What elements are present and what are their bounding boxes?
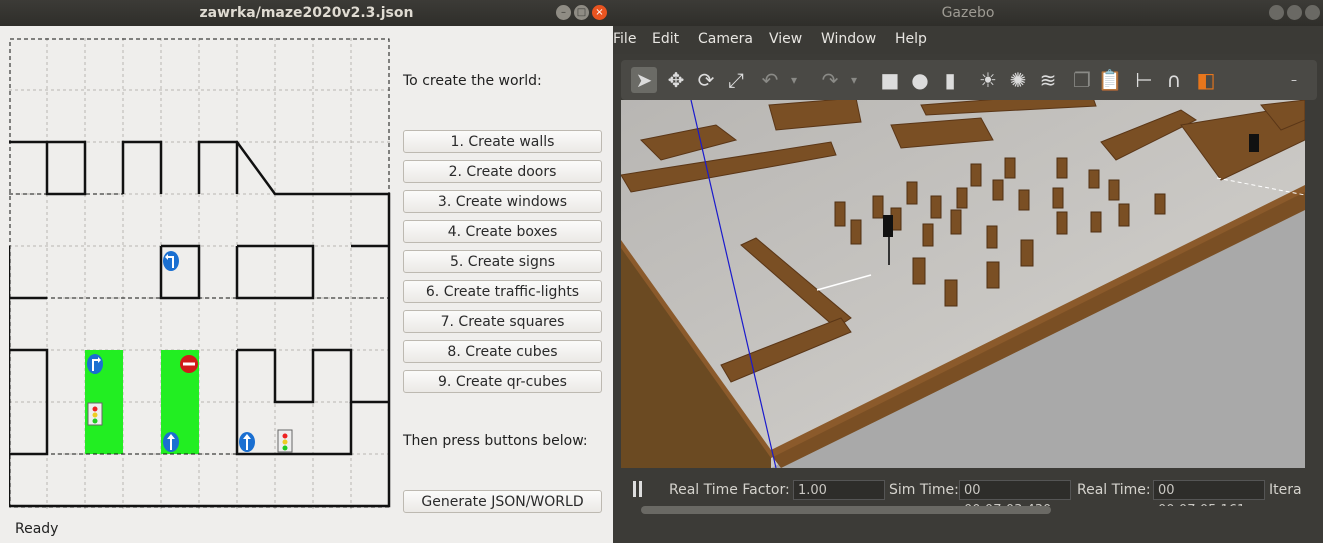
maze-editor-window: zawrka/maze2020v2.3.json – □ × To create… <box>0 0 613 543</box>
turn-right-sign-icon[interactable] <box>87 354 103 374</box>
minimize-button[interactable]: – <box>556 5 571 20</box>
create-squares-button[interactable]: 7. Create squares <box>403 310 602 333</box>
straight-sign-icon[interactable] <box>163 432 179 452</box>
redo-dropdown-icon[interactable]: ▾ <box>841 67 867 93</box>
status-scrollbar[interactable] <box>641 506 1301 514</box>
rtf-value: 1.00 <box>793 480 885 500</box>
directional-light-icon[interactable]: ≋ <box>1035 67 1061 93</box>
box-shape-icon[interactable]: ■ <box>877 67 903 93</box>
maze-editor-title: zawrka/maze2020v2.3.json <box>199 5 414 21</box>
toolbar-overflow-icon[interactable]: – <box>1281 67 1307 93</box>
gazebo-minimize-button[interactable] <box>1269 5 1284 20</box>
gazebo-3d-viewport[interactable] <box>621 100 1305 468</box>
gazebo-titlebar: Gazebo <box>613 0 1323 26</box>
sim-time-label: Sim Time: <box>889 482 959 498</box>
traffic-light-icon[interactable] <box>277 429 293 453</box>
traffic-light-icon[interactable] <box>87 402 103 426</box>
maze-canvas[interactable] <box>9 38 392 509</box>
cylinder-shape-icon[interactable]: ▮ <box>937 67 963 93</box>
generate-json-world-button[interactable]: Generate JSON/WORLD <box>403 490 602 513</box>
sim-time-value: 00 00:07:03.430 <box>959 480 1071 518</box>
turn-left-sign-icon[interactable] <box>163 251 179 271</box>
align-icon[interactable]: ⊢ <box>1131 67 1157 93</box>
menu-edit[interactable]: Edit <box>652 31 679 47</box>
create-doors-button[interactable]: 2. Create doors <box>403 160 602 183</box>
menu-file[interactable]: File <box>613 31 636 47</box>
close-button[interactable]: × <box>592 5 607 20</box>
rtf-label: Real Time Factor: <box>669 482 790 498</box>
scale-icon[interactable]: ⤢ <box>723 67 749 93</box>
gazebo-status-bar: Real Time Factor: 1.00 Sim Time: 00 00:0… <box>621 470 1317 518</box>
create-traffic-lights-button[interactable]: 6. Create traffic-lights <box>403 280 602 303</box>
create-qr-cubes-button[interactable]: 9. Create qr-cubes <box>403 370 602 393</box>
gazebo-title: Gazebo <box>941 5 995 21</box>
instructions-bottom: Then press buttons below: <box>403 433 588 449</box>
copy-icon[interactable]: ❐ <box>1069 67 1095 93</box>
gazebo-close-button[interactable] <box>1305 5 1320 20</box>
straight-sign-icon[interactable] <box>239 432 255 452</box>
undo-dropdown-icon[interactable]: ▾ <box>781 67 807 93</box>
translate-icon[interactable]: ✥ <box>663 67 689 93</box>
grid-lines <box>9 38 392 509</box>
select-arrow-icon[interactable]: ➤ <box>631 67 657 93</box>
create-boxes-button[interactable]: 4. Create boxes <box>403 220 602 243</box>
create-windows-button[interactable]: 3. Create windows <box>403 190 602 213</box>
gazebo-toolbar: ➤ ✥ ⟳ ⤢ ↶ ▾ ↷ ▾ ■ ● ▮ ☀ ✺ ≋ ❐ 📋 ⊢ ∩ ◧ – <box>621 60 1317 100</box>
view-angle-icon[interactable]: ◧ <box>1193 67 1219 93</box>
status-text: Ready <box>15 521 59 537</box>
maximize-button[interactable]: □ <box>574 5 589 20</box>
gazebo-window: Gazebo File Edit Camera View Window Help… <box>613 0 1323 543</box>
menu-camera[interactable]: Camera <box>698 31 753 47</box>
status-scrollbar-thumb[interactable] <box>641 506 1051 514</box>
pause-icon[interactable] <box>633 481 636 497</box>
iterations-label: Itera <box>1269 482 1302 498</box>
real-time-value: 00 00:07:05.161 <box>1153 480 1265 518</box>
real-time-label: Real Time: <box>1077 482 1151 498</box>
create-signs-button[interactable]: 5. Create signs <box>403 250 602 273</box>
undo-icon[interactable]: ↶ <box>757 67 783 93</box>
paste-icon[interactable]: 📋 <box>1097 67 1123 93</box>
sphere-shape-icon[interactable]: ● <box>907 67 933 93</box>
instructions-top: To create the world: <box>403 73 542 89</box>
gazebo-maximize-button[interactable] <box>1287 5 1302 20</box>
point-light-icon[interactable]: ☀ <box>975 67 1001 93</box>
menu-help[interactable]: Help <box>895 31 927 47</box>
redo-icon[interactable]: ↷ <box>817 67 843 93</box>
menu-view[interactable]: View <box>769 31 802 47</box>
no-entry-sign-icon[interactable] <box>180 355 198 373</box>
create-cubes-button[interactable]: 8. Create cubes <box>403 340 602 363</box>
create-walls-button[interactable]: 1. Create walls <box>403 130 602 153</box>
maze-editor-titlebar: zawrka/maze2020v2.3.json <box>0 0 613 26</box>
spot-light-icon[interactable]: ✺ <box>1005 67 1031 93</box>
snap-icon[interactable]: ∩ <box>1161 67 1187 93</box>
rotate-icon[interactable]: ⟳ <box>693 67 719 93</box>
menu-window[interactable]: Window <box>821 31 876 47</box>
